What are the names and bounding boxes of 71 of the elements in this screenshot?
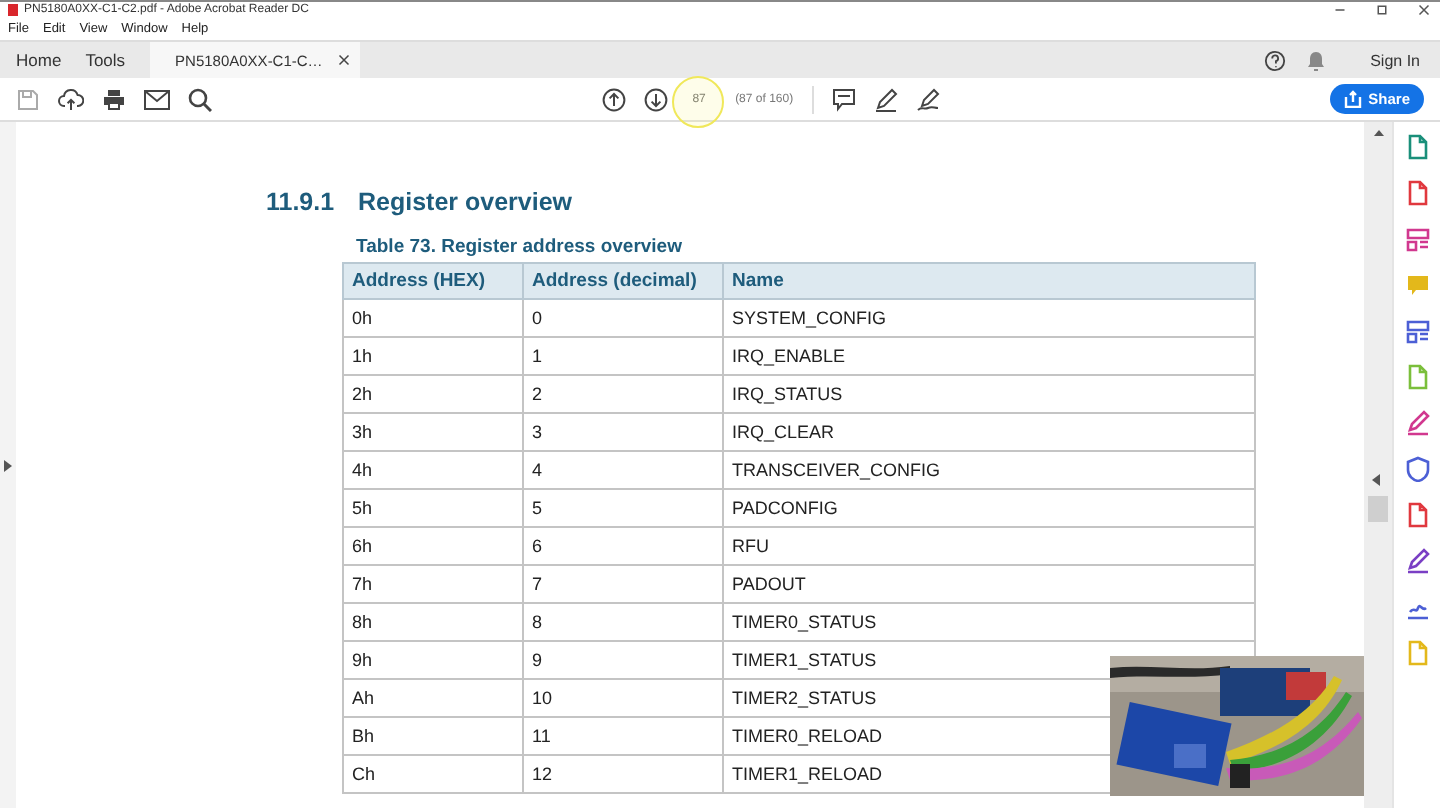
table-cell: 8h [343,603,523,641]
table-cell: IRQ_CLEAR [723,413,1255,451]
table-cell: 7h [343,565,523,603]
maximize-icon[interactable] [1374,4,1390,16]
bell-icon[interactable] [1306,49,1327,71]
shield-icon[interactable] [1405,456,1429,482]
table-caption: Table 73. Register address overview [356,236,684,260]
app-icon [8,4,18,16]
table-cell: 8 [523,603,723,641]
table-cell: 9h [343,641,523,679]
table-cell: 10 [523,679,723,717]
scrollbar-thumb[interactable] [1368,496,1388,522]
table-cell: SYSTEM_CONFIG [723,299,1255,337]
collapse-arrow-icon[interactable] [1372,474,1380,486]
sign-in-link[interactable]: Sign In [1370,51,1420,69]
section-heading: Register overview [358,186,572,220]
table-cell: 1h [343,337,523,375]
table-cell: 6h [343,527,523,565]
mail-icon[interactable] [144,89,170,109]
pen-icon[interactable] [873,87,898,111]
tab[interactable]: Tools [73,42,138,78]
table-cell: 2 [523,375,723,413]
table-cell: 4h [343,451,523,489]
document-arrow-icon[interactable] [1405,134,1429,160]
table-cell: TRANSCEIVER_CONFIG [723,451,1255,489]
table-cell: IRQ_ENABLE [723,337,1255,375]
table-cell: 3 [523,413,723,451]
print-icon[interactable] [102,87,126,111]
table-cell: TIMER0_STATUS [723,603,1255,641]
minimize-icon[interactable] [1332,4,1348,16]
table-cell: 2h [343,375,523,413]
table-cell: 4 [523,451,723,489]
table-cell: 0h [343,299,523,337]
help-icon[interactable] [1264,49,1287,71]
table-cell: 5 [523,489,723,527]
table-cell: 6 [523,527,723,565]
comment-icon[interactable] [831,87,856,111]
table-cell: 11 [523,717,723,755]
document-icon[interactable] [1405,180,1429,206]
table-cell: Bh [343,717,523,755]
scroll-up-icon[interactable] [1373,130,1383,136]
table-cell: 3h [343,413,523,451]
share-icon [1344,90,1363,108]
pen-icon[interactable] [1405,410,1429,436]
pen-icon[interactable] [1405,548,1429,574]
table-cell: RFU [723,527,1255,565]
table-cell: 0 [523,299,723,337]
layout-icon[interactable] [1405,226,1429,252]
pages-icon[interactable] [1405,318,1429,344]
upload-cloud-icon[interactable] [58,87,84,111]
close-icon[interactable] [338,54,351,66]
expand-arrow-icon[interactable] [4,459,12,471]
table-cell: Ah [343,679,523,717]
tab[interactable]: Home [4,42,74,78]
signature-icon[interactable] [915,87,942,111]
section-number: 11.9.1 [266,186,337,220]
table-cell: PADOUT [723,565,1255,603]
table-cell: 1 [523,337,723,375]
document-icon[interactable] [1405,502,1429,528]
table-cell: 12 [523,755,723,793]
table-cell: 9 [523,641,723,679]
table-cell: 5h [343,489,523,527]
column-header: Address (decimal) [523,263,723,299]
table-cell: PADCONFIG [723,489,1255,527]
close-icon[interactable] [1416,4,1432,16]
column-header: Address (HEX) [343,263,523,299]
search-icon[interactable] [188,87,212,111]
column-header: Name [723,263,1255,299]
table-cell: Ch [343,755,523,793]
table-cell: 7 [523,565,723,603]
table-cell: IRQ_STATUS [723,375,1255,413]
